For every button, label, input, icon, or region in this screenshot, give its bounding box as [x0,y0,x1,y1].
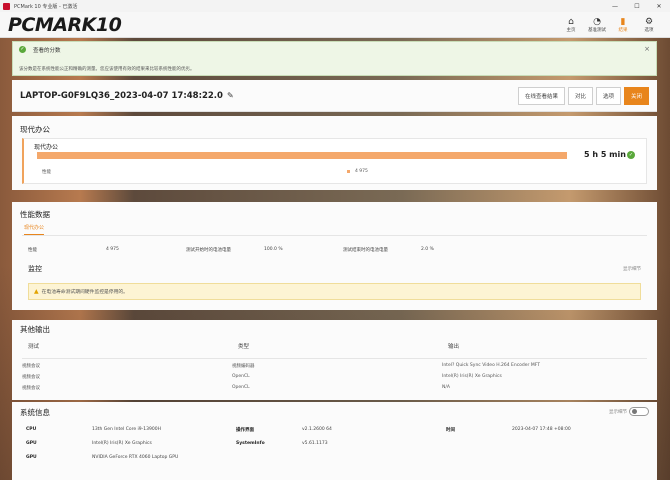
nav-home[interactable]: ⌂ 主页 [558,12,584,37]
info-value: 13th Gen Intel Core i9-13900H [92,427,161,432]
table-cell: OpenCL [232,374,250,379]
metric-label: 性能 [42,170,51,175]
app-icon [3,2,10,10]
modern-office-panel: 现代办公 现代办公 5 h 5 min ✓ 性能 4 975 [12,116,657,190]
column-header: 类型 [238,344,250,350]
other-output-panel: 其他输出 测试 类型 输出 视频会议 视频编码器 Intel? Quick Sy… [12,320,657,400]
close-window-button[interactable]: ✕ [648,3,670,10]
performance-data-panel: 性能数据 现代办公 性能 4 975 测试开始时的电池电量 100.0 % 测试… [12,202,657,310]
result-header: LAPTOP-G0F9LQ36_2023-04-07 17:48:22.0 ✎ … [12,80,657,112]
window-controls: — ☐ ✕ [604,3,670,10]
kv-value: 100.0 % [264,247,283,252]
compare-button[interactable]: 对比 [567,86,593,105]
duration-value: 5 h 5 min [584,150,626,159]
nav-label: 选项 [644,27,654,33]
info-key: GPU [26,441,37,446]
table-cell: N/A [442,385,450,390]
panel-title: 其他输出 [20,325,50,334]
pcmark-logo: PCMARK10 [8,13,122,36]
panel-title: 系统信息 [20,408,50,417]
kv-label: 性能 [28,248,37,253]
show-details-toggle[interactable] [629,407,649,416]
info-value: v2.1.2600 64 [302,427,332,432]
close-button[interactable]: 关闭 [623,86,649,105]
nav-options[interactable]: ⚙ 选项 [636,12,662,37]
column-header: 输出 [448,344,460,350]
nav-label: 基准测试 [588,27,606,33]
table-cell: 视频会议 [22,386,40,391]
window-title: PCMark 10 专业版 - 已激活 [14,3,78,10]
kv-label: 测试开始时的电池电量 [186,248,231,253]
metric-value: 4 975 [355,169,368,174]
warning-icon: ▲ [34,288,39,295]
table-cell: 视频会议 [22,364,40,369]
divider [22,358,647,359]
system-info-panel: 系统信息 显示细节 CPU 13th Gen Intel Core i9-139… [12,402,657,480]
legend-swatch [347,170,350,173]
info-value: NVIDIA GeForce RTX 4060 Laptop GPU [92,455,179,460]
show-details-link[interactable]: 显示细节 [623,266,641,272]
maximize-button[interactable]: ☐ [626,3,648,10]
app-header: PCMARK10 ⌂ 主页 ◔ 基准测试 ▮ 结果 ⚙ 选项 [0,12,670,38]
info-key: SystemInfo [236,441,265,446]
window-titlebar: PCMark 10 专业版 - 已激活 — ☐ ✕ [0,0,670,12]
tab-divider [22,235,647,236]
column-header: 测试 [28,344,40,350]
info-key: 时间 [446,428,455,433]
options-button[interactable]: 选项 [595,86,621,105]
warning-text: 在电池寿命测试期间硬件监控是停用的。 [41,290,128,295]
tab-modern-office[interactable]: 现代办公 [24,224,45,235]
info-banner: ✓ 查看的分数 × 该分数是在系统性能公正和精确的测量。您应该使用有效的结果来比… [12,41,657,76]
banner-close-button[interactable]: × [644,45,650,53]
kv-value: 2.0 % [421,247,434,252]
banner-title: 查看的分数 [33,48,61,54]
gauge-icon: ◔ [593,16,601,27]
main-nav: ⌂ 主页 ◔ 基准测试 ▮ 结果 ⚙ 选项 [558,12,662,37]
bar-chart-icon: ▮ [620,16,626,27]
table-cell: 视频会议 [22,375,40,380]
minimize-button[interactable]: — [604,3,626,10]
warning-banner: ▲ 在电池寿命测试期间硬件监控是停用的。 [28,283,641,300]
banner-text: 该分数是在系统性能公正和精确的测量。您应该使用有效的结果来比较系统性能的优劣。 [19,67,195,72]
table-cell: Intel? Quick Sync Video H.264 Encoder MF… [442,363,540,368]
home-icon: ⌂ [568,16,574,27]
info-value: v5.61.1173 [302,441,328,446]
info-key: CPU [26,427,37,432]
result-name: LAPTOP-G0F9LQ36_2023-04-07 17:48:22.0 [20,90,223,101]
check-circle-icon: ✓ [627,151,635,159]
duration-bar-fill [37,152,567,159]
pencil-icon[interactable]: ✎ [227,91,234,100]
toggle-label: 显示细节 [609,410,627,415]
info-key: GPU [26,455,37,460]
info-value: 2023-04-07 17:48 +08:00 [512,427,571,432]
nav-benchmarks[interactable]: ◔ 基准测试 [584,12,610,37]
kv-value: 4 975 [106,247,119,252]
panel-title: 性能数据 [20,210,50,219]
table-cell: 视频编码器 [232,364,255,369]
table-cell: Intel(R) Iris(R) Xe Graphics [442,374,502,379]
nav-results[interactable]: ▮ 结果 [610,12,636,37]
gear-icon: ⚙ [644,16,654,27]
score-card-title: 现代办公 [34,144,59,151]
info-key: 操作界面 [236,428,254,433]
nav-label: 主页 [566,27,576,33]
check-icon: ✓ [19,46,26,53]
result-actions: 在线查看结果 对比 选项 关闭 [517,86,649,105]
view-online-button[interactable]: 在线查看结果 [517,86,565,105]
kv-label: 测试结束时的电池电量 [343,248,388,253]
panel-title: 现代办公 [20,125,50,134]
score-card: 现代办公 5 h 5 min ✓ 性能 4 975 [22,138,647,184]
nav-label: 结果 [618,27,628,33]
toggle-knob [632,409,637,414]
info-value: Intel(R) Iris(R) Xe Graphics [92,441,152,446]
table-cell: OpenCL [232,385,250,390]
monitoring-title: 监控 [28,265,42,273]
duration-bar [37,152,567,159]
